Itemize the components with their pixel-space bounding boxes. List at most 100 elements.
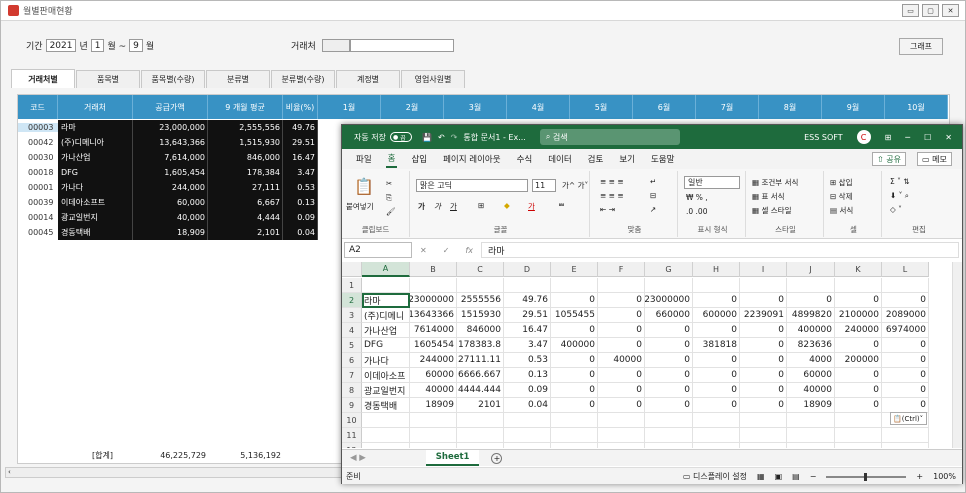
sheet-cell[interactable]: 2101 (457, 398, 504, 413)
sheet-cell[interactable]: 2089000 (882, 308, 929, 323)
autosave-toggle[interactable]: ● 끔 (389, 132, 412, 142)
sheet-cell[interactable] (787, 443, 835, 448)
sheet-cell[interactable] (693, 278, 740, 293)
row-header[interactable]: 10 (342, 413, 362, 428)
row-header[interactable]: 7 (342, 368, 362, 383)
grid-header-cell[interactable]: 5월 (570, 95, 633, 119)
column-header[interactable]: L (882, 262, 929, 277)
sheet-cell[interactable]: 4444.444 (457, 383, 504, 398)
sheet-cell[interactable]: 0 (551, 323, 598, 338)
row-header[interactable]: 1 (342, 278, 362, 293)
minimize-icon[interactable]: ─ (905, 133, 910, 142)
tab-insert[interactable]: 삽입 (409, 151, 429, 167)
sheet-cell[interactable]: 0 (551, 368, 598, 383)
close-icon[interactable]: ✕ (945, 133, 952, 142)
normal-view-icon[interactable]: ▦ (757, 472, 765, 481)
italic-icon[interactable]: 가 (434, 201, 441, 212)
sheet-cell[interactable]: 가나다 (362, 353, 410, 368)
grid-header-cell[interactable]: 7월 (696, 95, 759, 119)
decimal-icon[interactable]: .0 .00 (686, 207, 707, 216)
border-icon[interactable]: ⊞ (478, 201, 484, 210)
sheet-cell[interactable]: 27111.11 (457, 353, 504, 368)
sheet-cell[interactable]: 가나산업 (362, 323, 410, 338)
close-button[interactable]: ✕ (942, 4, 959, 17)
sheet-cell[interactable]: 16.47 (504, 323, 551, 338)
grid-header-cell[interactable]: 코드 (18, 95, 58, 119)
paste-options-button[interactable]: 📋 (Ctrl) ˅ (890, 412, 927, 425)
phonetic-icon[interactable]: ᄈ (558, 201, 565, 212)
ribbon-display-icon[interactable]: ⊞ (885, 133, 892, 142)
sheet-cell[interactable]: 0 (598, 308, 645, 323)
memo-button[interactable]: ▭ 메모 (917, 152, 952, 166)
bold-icon[interactable]: 가 (418, 201, 425, 212)
sheet-cell[interactable]: 381818 (693, 338, 740, 353)
align-left-icon[interactable]: ≡ ≡ ≡ (600, 191, 624, 200)
sheet-cell[interactable] (362, 428, 410, 443)
sheet-cell[interactable]: 1515930 (457, 308, 504, 323)
format-cells-button[interactable]: ▤ 서식 (830, 205, 853, 216)
zoom-level[interactable]: 100% (933, 472, 956, 481)
sheet-cell[interactable]: 4000 (787, 353, 835, 368)
tab-home[interactable]: 홈 (385, 150, 398, 168)
sheet-cell[interactable] (882, 428, 929, 443)
fill-icon[interactable]: ⬇ ˅ ⌕ (890, 191, 909, 201)
sheet-cell[interactable]: 0 (645, 338, 693, 353)
maximize-button[interactable]: ▢ (922, 4, 939, 17)
display-settings-button[interactable]: ▭ 디스플레이 설정 (683, 471, 747, 482)
sheet-cell[interactable]: 40000 (787, 383, 835, 398)
sheet-cell[interactable]: 40000 (410, 383, 457, 398)
sheet-cell[interactable] (645, 443, 693, 448)
sheet-cell[interactable]: 0.13 (504, 368, 551, 383)
sheet-cell[interactable]: 0 (835, 338, 882, 353)
sheet-cell[interactable]: 6666.667 (457, 368, 504, 383)
column-header[interactable]: B (410, 262, 457, 277)
delete-cells-button[interactable]: ⊟ 삭제 (830, 191, 852, 202)
row-header[interactable]: 6 (342, 353, 362, 368)
tab-category[interactable]: 분류별 (206, 70, 270, 88)
insert-cells-button[interactable]: ⊞ 삽입 (830, 177, 852, 188)
sheet-cell[interactable]: 0 (693, 368, 740, 383)
column-header[interactable]: E (551, 262, 598, 277)
add-sheet-icon[interactable]: + (491, 452, 503, 464)
grow-font-icon[interactable]: 가^ 가˅ (562, 180, 588, 191)
sheet-cell[interactable]: 2555556 (457, 293, 504, 308)
tab-data[interactable]: 데이터 (546, 151, 573, 167)
select-all-corner[interactable] (342, 262, 362, 277)
sheet-cell[interactable]: 29.51 (504, 308, 551, 323)
sheet-cell[interactable]: 0 (740, 353, 787, 368)
sheet-cell[interactable] (362, 278, 410, 293)
sheet-cell[interactable]: 0 (740, 398, 787, 413)
sheet-cell[interactable]: 7614000 (410, 323, 457, 338)
cond-format-button[interactable]: ▦ 조건부 서식 (752, 177, 798, 188)
sheet-cell[interactable] (740, 413, 787, 428)
sheet-cell[interactable]: 0 (551, 398, 598, 413)
clear-icon[interactable]: ◇ ˅ (890, 205, 902, 214)
sheet-cell[interactable]: 600000 (693, 308, 740, 323)
paste-icon[interactable]: 📋 (354, 177, 374, 196)
column-header[interactable]: A (362, 262, 410, 277)
column-header[interactable]: D (504, 262, 551, 277)
row-header[interactable]: 5 (342, 338, 362, 353)
sheet-cell[interactable]: 0.09 (504, 383, 551, 398)
grid-header-cell[interactable]: 2월 (381, 95, 444, 119)
grid-header-cell[interactable]: 9월 (822, 95, 885, 119)
sheet-cell[interactable]: 0 (740, 323, 787, 338)
number-format-select[interactable]: 일반 (684, 176, 740, 189)
zoom-in-icon[interactable]: + (916, 472, 923, 481)
sheet-cell[interactable]: 0 (882, 338, 929, 353)
sheet-cell[interactable] (835, 278, 882, 293)
cancel-icon[interactable]: ✕ (420, 246, 427, 255)
sheet-cell[interactable] (504, 443, 551, 448)
zoom-out-icon[interactable]: − (810, 472, 817, 481)
sheet-cell[interactable]: 400000 (787, 323, 835, 338)
tab-item-qty[interactable]: 품목별(수량) (141, 70, 205, 88)
font-color-icon[interactable]: 가 (528, 201, 535, 212)
sheet-cell[interactable] (835, 413, 882, 428)
from-month-input[interactable]: 1 (90, 39, 105, 52)
sheet-cell[interactable] (740, 428, 787, 443)
formula-input[interactable]: 라마 (480, 242, 959, 258)
fill-color-icon[interactable]: ◆ (504, 201, 510, 210)
grid-header-cell[interactable]: 비율(%) (283, 95, 318, 119)
sheet-cell[interactable] (457, 443, 504, 448)
sheet-cell[interactable]: 0 (598, 368, 645, 383)
